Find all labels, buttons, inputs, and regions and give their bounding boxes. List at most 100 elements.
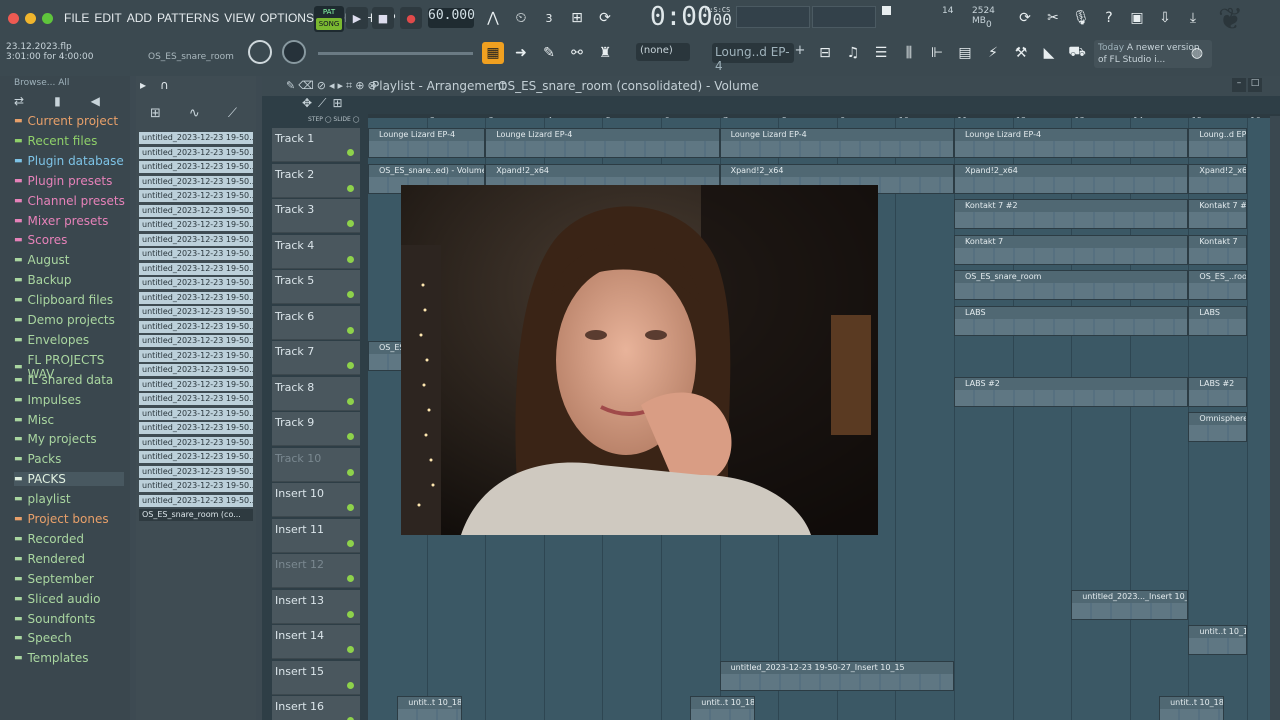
track-header[interactable]: Insert 10: [272, 483, 360, 517]
browser-item[interactable]: ▬ IL shared data: [14, 373, 113, 387]
file-item[interactable]: untitled_2023-12-23 19-50...: [139, 204, 253, 217]
globe-icon[interactable]: ◍: [1186, 42, 1208, 64]
menu-add[interactable]: ADD: [127, 11, 152, 25]
browser-item[interactable]: ▬ Rendered: [14, 552, 85, 566]
file-item[interactable]: untitled_2023-12-23 19-50...: [139, 190, 253, 202]
track-mute-led[interactable]: [347, 681, 354, 689]
file-item[interactable]: untitled_2023-12-23 19-50...: [139, 262, 253, 275]
microphone-icon[interactable]: 🎙: [1070, 7, 1092, 29]
file-item[interactable]: untitled_2023-12-23 19-50...: [139, 132, 253, 144]
pencil-icon[interactable]: ✎: [538, 42, 560, 64]
file-item[interactable]: untitled_2023-12-23 19-50...: [139, 364, 253, 376]
pattern-clip[interactable]: Lounge Lizard EP-4: [485, 128, 720, 158]
track-mute-led[interactable]: [347, 220, 354, 227]
file-item[interactable]: untitled_2023-12-23 19-50...: [139, 465, 253, 478]
track-header[interactable]: Track 7: [272, 341, 360, 375]
browser-item[interactable]: ▬ Impulses: [14, 393, 81, 407]
pattern-clip[interactable]: Xpand!2_x64: [954, 163, 1189, 194]
pattern-clip[interactable]: untitled_2023..._Insert 10_8: [1071, 589, 1189, 620]
arrow-right-icon[interactable]: ▸: [140, 78, 146, 92]
browser-item[interactable]: ▬ playlist: [14, 492, 71, 506]
file-icon[interactable]: ▮: [54, 94, 61, 108]
pattern-clip[interactable]: LABS: [1188, 305, 1247, 336]
browser-item[interactable]: ▬ Recent files: [14, 134, 97, 148]
tree-icon[interactable]: ⊩: [926, 42, 948, 64]
browser-item[interactable]: ▬ Recorded: [14, 532, 84, 546]
pattern-clip[interactable]: Kontakt 7 #2: [1188, 199, 1247, 229]
file-item[interactable]: untitled_2023-12-23 19-50...: [139, 393, 253, 405]
speaker-icon[interactable]: ◣: [1038, 42, 1060, 64]
stop-button[interactable]: ■: [372, 7, 394, 29]
track-mute-led[interactable]: [347, 397, 354, 405]
vertical-scrollbar[interactable]: [1270, 116, 1280, 720]
pattern-clip[interactable]: Xpand!2_x64: [1188, 163, 1247, 194]
loop-record-icon[interactable]: ⟳: [594, 7, 616, 29]
track-mute-led[interactable]: [347, 326, 354, 334]
master-volume-knob[interactable]: [248, 40, 272, 64]
browser-item[interactable]: ▬ Envelopes: [14, 333, 89, 347]
pattern-clip[interactable]: LABS #2: [954, 376, 1189, 407]
track-header[interactable]: Track 6: [272, 305, 360, 340]
snap-tools[interactable]: ✥⟋⊞: [302, 96, 349, 111]
automation-icon[interactable]: ⟋: [228, 106, 237, 121]
pattern-selector[interactable]: Loung..d EP-4: [712, 43, 794, 73]
pattern-clip[interactable]: Lounge Lizard EP-4: [719, 128, 954, 158]
refresh-icon[interactable]: ⟳: [1014, 7, 1036, 29]
speaker-icon[interactable]: ◀: [91, 94, 100, 108]
track-mute-led[interactable]: [347, 610, 354, 618]
step-slide-toggle[interactable]: STEP ◯ SLIDE ◯: [308, 116, 359, 123]
browser-item[interactable]: ▬ Backup: [14, 273, 72, 287]
file-item[interactable]: untitled_2023-12-23 19-50...: [139, 335, 253, 347]
track-mute-led[interactable]: [347, 468, 354, 476]
file-item[interactable]: untitled_2023-12-23 19-50...: [139, 480, 253, 492]
cart-icon[interactable]: ⛟: [1066, 42, 1088, 64]
file-item[interactable]: untitled_2023-12-23 19-50...: [139, 422, 253, 434]
file-item[interactable]: untitled_2023-12-23 19-50...: [139, 320, 253, 333]
track-header[interactable]: Insert 12: [272, 554, 360, 588]
browser-item[interactable]: ▬ Clipboard files: [14, 293, 113, 307]
save-icon[interactable]: ▣: [1126, 7, 1148, 29]
browser-item[interactable]: ▬ Soundfonts: [14, 612, 95, 626]
stamp-icon[interactable]: ♜: [594, 42, 616, 64]
browser-item[interactable]: ▬ PACKS: [14, 472, 124, 487]
piano-icon[interactable]: ⊞: [150, 106, 161, 121]
metronome-icon[interactable]: ⋀: [482, 7, 504, 29]
plugin-icon[interactable]: ⚡: [982, 42, 1004, 64]
pattern-clip[interactable]: OS_ES: [368, 341, 404, 371]
file-item[interactable]: untitled_2023-12-23 19-50...: [139, 219, 253, 231]
wait-input-icon[interactable]: ⏲: [510, 7, 532, 29]
browser-item[interactable]: ▬ August: [14, 253, 70, 267]
maximize-window-button[interactable]: [42, 13, 53, 24]
browser-item[interactable]: ▬ Plugin presets: [14, 174, 112, 188]
track-mute-led[interactable]: [347, 504, 354, 511]
pattern-clip[interactable]: Lounge Lizard EP-4: [368, 128, 486, 158]
pattern-clip[interactable]: Lounge Lizard EP-4: [954, 128, 1189, 158]
tempo-display[interactable]: 60.000: [428, 8, 475, 28]
track-mute-led[interactable]: [347, 362, 354, 369]
step-edit-icon[interactable]: ⊞: [566, 7, 588, 29]
file-item[interactable]: untitled_2023-12-23 19-50...: [139, 378, 253, 391]
browser-item[interactable]: ▬ Templates: [14, 651, 89, 665]
link-icon[interactable]: ⚯: [566, 42, 588, 64]
track-header[interactable]: Insert 14: [272, 625, 360, 659]
browser-item[interactable]: ▬ Channel presets: [14, 194, 125, 208]
browser-item[interactable]: ▬ Project bones: [14, 512, 109, 526]
pattern-clip[interactable]: Kontakt 7: [954, 234, 1189, 265]
add-pattern-button[interactable]: +: [794, 43, 806, 63]
file-item-selected[interactable]: OS_ES_snare_room (co...: [139, 509, 253, 521]
preset-dropdown[interactable]: (none): [636, 43, 690, 61]
menu-view[interactable]: VIEW: [224, 11, 255, 25]
browser-item[interactable]: ▬ Plugin database: [14, 154, 124, 168]
pattern-clip[interactable]: OS_ES_snare_room: [954, 270, 1189, 300]
file-item[interactable]: untitled_2023-12-23 19-50...: [139, 248, 253, 260]
playlist-tools[interactable]: ✎⌫⊘◂▸⌗⊕⊗: [286, 79, 380, 93]
browser-item[interactable]: ▬ Speech: [14, 631, 72, 645]
file-item[interactable]: untitled_2023-12-23 19-50...: [139, 175, 253, 188]
pattern-clip[interactable]: untit..t 10_18: [397, 696, 462, 720]
file-item[interactable]: untitled_2023-12-23 19-50...: [139, 436, 253, 449]
track-header[interactable]: Track 5: [272, 270, 360, 304]
pattern-clip[interactable]: Omnisphere: [1188, 412, 1247, 442]
piano-roll-icon[interactable]: ♫: [842, 42, 864, 64]
file-item[interactable]: untitled_2023-12-23 19-50...: [139, 291, 253, 304]
browser-item[interactable]: ▬ Misc: [14, 413, 54, 427]
